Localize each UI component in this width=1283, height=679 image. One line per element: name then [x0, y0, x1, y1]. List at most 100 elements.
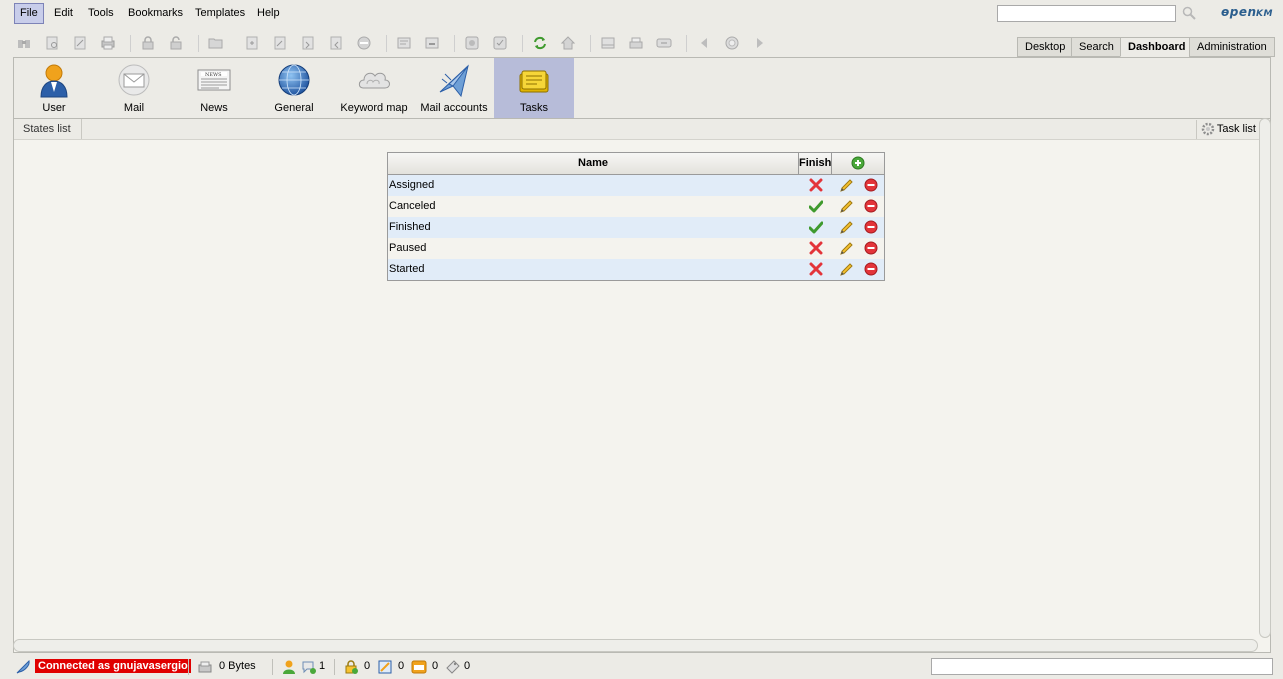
- delete-icon[interactable]: [864, 199, 878, 213]
- dashboard-tab-mail-accounts[interactable]: Mail accounts: [414, 58, 494, 118]
- state-name: Paused: [389, 242, 427, 254]
- add-subscription-icon[interactable]: [492, 35, 508, 51]
- breadcrumb[interactable]: States list: [14, 119, 82, 139]
- storage-size: 0 Bytes: [219, 660, 256, 672]
- home-icon[interactable]: [560, 35, 576, 51]
- status-divider: [272, 659, 273, 675]
- menu-help[interactable]: Help: [251, 3, 286, 24]
- dashboard-tab-mail[interactable]: Mail: [94, 58, 174, 118]
- chat-icon[interactable]: [301, 659, 317, 675]
- table-row[interactable]: Canceled: [388, 196, 884, 217]
- subscription-icon[interactable]: [445, 659, 461, 675]
- dashboard-tab-news[interactable]: NEWS News: [174, 58, 254, 118]
- history-icon[interactable]: [724, 35, 740, 51]
- search-input[interactable]: [997, 5, 1176, 22]
- edit-pencil-icon[interactable]: [839, 199, 854, 214]
- menu-tools[interactable]: Tools: [82, 3, 120, 24]
- column-header-name[interactable]: Name: [388, 153, 799, 174]
- status-divider: [188, 659, 189, 675]
- checkout-count: 0: [398, 660, 405, 672]
- toolbar: [0, 30, 1010, 56]
- table-row[interactable]: Finished: [388, 217, 884, 238]
- start-workflow-icon[interactable]: [464, 35, 480, 51]
- menu-bar: File Edit Tools Bookmarks Templates Help…: [0, 0, 1283, 28]
- edit-pencil-icon[interactable]: [839, 241, 854, 256]
- menu-file[interactable]: File: [14, 3, 44, 24]
- dashboard-panel: User Mail NEWS News General Keyword map …: [13, 57, 1271, 653]
- scanner-icon[interactable]: [628, 35, 644, 51]
- horizontal-scrollbar[interactable]: [13, 639, 1258, 652]
- dashboard-tab-user[interactable]: User: [14, 58, 94, 118]
- tab-administration[interactable]: Administration: [1189, 37, 1275, 57]
- check-icon: [809, 199, 823, 213]
- delete-icon[interactable]: [864, 241, 878, 255]
- dashboard-tab-label: General: [274, 102, 314, 114]
- find-similar-icon[interactable]: [72, 35, 88, 51]
- menu-templates[interactable]: Templates: [189, 3, 251, 24]
- users-count: 1: [319, 660, 326, 672]
- delete-icon[interactable]: [864, 262, 878, 276]
- edit-pencil-icon[interactable]: [839, 220, 854, 235]
- dashboard-tab-tasks[interactable]: Tasks: [494, 58, 574, 118]
- tasks-icon: [517, 62, 551, 98]
- checkout-documents-icon[interactable]: [377, 659, 393, 675]
- openkm-logo: ɵpen KM: [1221, 5, 1273, 19]
- unlock-icon[interactable]: [168, 35, 184, 51]
- mail-icon: [117, 62, 151, 98]
- forward-arrow-icon[interactable]: [752, 35, 768, 51]
- task-list-label: Task list: [1216, 123, 1256, 135]
- news-icon: NEWS: [197, 62, 231, 98]
- find-document-icon[interactable]: [44, 35, 60, 51]
- cancel-checkout-icon[interactable]: [356, 35, 372, 51]
- users-icon[interactable]: [282, 659, 296, 675]
- checkin-icon[interactable]: [328, 35, 344, 51]
- locked-documents-icon[interactable]: [343, 659, 359, 675]
- mail-notification-icon[interactable]: [411, 659, 427, 675]
- table-header: Name Finish: [388, 153, 884, 175]
- connection-status: Connected as gnujavasergio: [35, 659, 191, 673]
- edit-pencil-icon[interactable]: [839, 262, 854, 277]
- edit-pencil-icon[interactable]: [839, 178, 854, 193]
- search-icon[interactable]: [1182, 6, 1196, 20]
- toolbar-divider: [454, 35, 455, 52]
- add-state-icon[interactable]: [851, 156, 865, 170]
- table-row[interactable]: Started: [388, 259, 884, 280]
- dashboard-tab-general[interactable]: General: [254, 58, 334, 118]
- find-folder-icon[interactable]: [16, 35, 32, 51]
- print-icon[interactable]: [100, 35, 116, 51]
- tab-desktop[interactable]: Desktop: [1017, 37, 1074, 57]
- add-document-icon[interactable]: [244, 35, 260, 51]
- edit-document-icon[interactable]: [272, 35, 288, 51]
- status-message-field[interactable]: [931, 658, 1273, 675]
- cloud-icon: [357, 62, 391, 98]
- svg-text:KM: KM: [1256, 9, 1273, 19]
- task-list-button[interactable]: Task list: [1195, 120, 1260, 139]
- subscriptions-count: 0: [464, 660, 471, 672]
- status-divider: [334, 659, 335, 675]
- refresh-icon[interactable]: [532, 35, 548, 51]
- delete-icon[interactable]: [864, 178, 878, 192]
- checkout-icon[interactable]: [300, 35, 316, 51]
- svg-text:NEWS: NEWS: [205, 72, 222, 78]
- cross-icon: [809, 262, 823, 276]
- add-property-group-icon[interactable]: [396, 35, 412, 51]
- tab-dashboard[interactable]: Dashboard: [1120, 37, 1194, 57]
- toolbar-divider: [386, 35, 387, 52]
- uploader-icon[interactable]: [656, 35, 672, 51]
- menu-edit[interactable]: Edit: [48, 3, 79, 24]
- tab-search[interactable]: Search: [1071, 37, 1122, 57]
- back-arrow-icon[interactable]: [696, 35, 712, 51]
- lock-icon[interactable]: [140, 35, 156, 51]
- export-icon[interactable]: [600, 35, 616, 51]
- menu-bookmarks[interactable]: Bookmarks: [122, 3, 189, 24]
- delete-icon[interactable]: [864, 220, 878, 234]
- column-header-finish[interactable]: Finish: [799, 153, 832, 174]
- add-folder-icon[interactable]: [208, 35, 224, 51]
- dashboard-tab-keyword-map[interactable]: Keyword map: [334, 58, 414, 118]
- remove-property-group-icon[interactable]: [424, 35, 440, 51]
- vertical-scrollbar[interactable]: [1259, 118, 1271, 638]
- table-row[interactable]: Assigned: [388, 175, 884, 196]
- table-row[interactable]: Paused: [388, 238, 884, 259]
- state-name: Assigned: [389, 179, 435, 191]
- check-icon: [809, 220, 823, 234]
